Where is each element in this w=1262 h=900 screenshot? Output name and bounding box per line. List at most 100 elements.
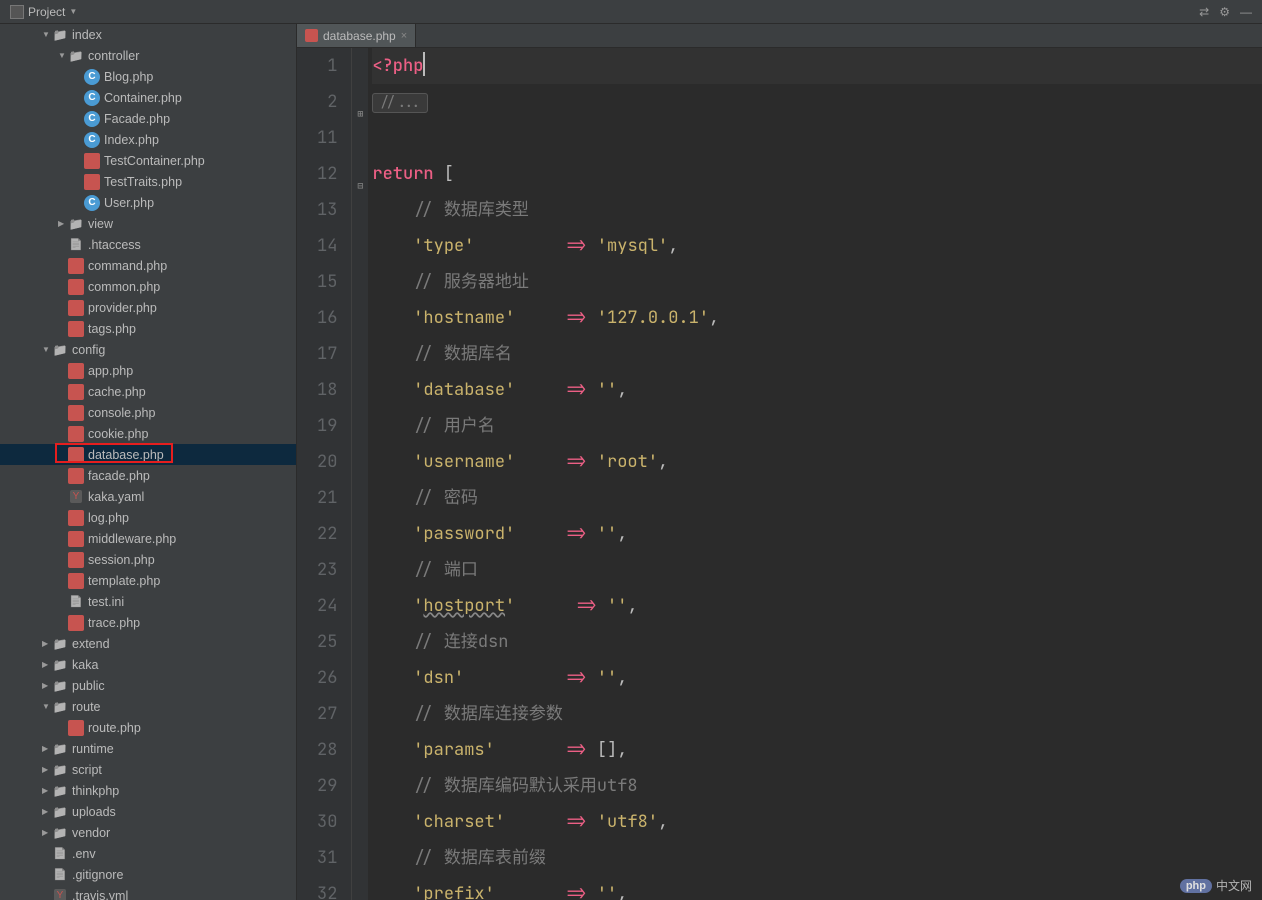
code-line[interactable]: // 数据库类型 [372,192,1262,228]
tree-item-controller[interactable]: ▼controller [0,45,296,66]
tree-item-database-php[interactable]: database.php [0,444,296,465]
line-number[interactable]: 27 [317,696,337,732]
chevron-right-icon[interactable]: ▶ [42,681,52,690]
line-number[interactable]: 18 [317,372,337,408]
line-number[interactable]: 20 [317,444,337,480]
chevron-down-icon[interactable]: ▼ [42,30,52,39]
line-number[interactable]: 12 [317,156,337,192]
line-number[interactable]: 26 [317,660,337,696]
chevron-down-icon[interactable]: ▼ [42,702,52,711]
project-selector[interactable]: Project ▼ [4,5,83,19]
tree-item-trace-php[interactable]: trace.php [0,612,296,633]
line-number[interactable]: 14 [317,228,337,264]
fold-expand-icon[interactable]: ⊞ [354,96,366,132]
code-line[interactable]: // 用户名 [372,408,1262,444]
line-number[interactable]: 19 [317,408,337,444]
line-number[interactable]: 15 [317,264,337,300]
gear-icon[interactable]: ⚙ [1219,5,1230,19]
line-gutter[interactable]: 1211121314151617181920212223242526272829… [297,48,352,900]
code-line[interactable]: 'username' => 'root', [372,444,1262,480]
tree-item-TestTraits-php[interactable]: TestTraits.php [0,171,296,192]
line-number[interactable]: 13 [317,192,337,228]
tree-item-app-php[interactable]: app.php [0,360,296,381]
tree-item-index[interactable]: ▼index [0,24,296,45]
chevron-right-icon[interactable]: ▶ [42,828,52,837]
tree-item-route-php[interactable]: route.php [0,717,296,738]
code-line[interactable]: 'password' => '', [372,516,1262,552]
code-line[interactable]: 'hostport' => '', [372,588,1262,624]
code-line[interactable]: 'type' => 'mysql', [372,228,1262,264]
tree-item-extend[interactable]: ▶extend [0,633,296,654]
line-number[interactable]: 21 [317,480,337,516]
chevron-down-icon[interactable]: ▼ [42,345,52,354]
tree-item-runtime[interactable]: ▶runtime [0,738,296,759]
code-line[interactable]: <?php [372,48,1262,84]
chevron-right-icon[interactable]: ▶ [42,807,52,816]
code-line[interactable]: // 服务器地址 [372,264,1262,300]
code-line[interactable]: 'prefix' => '', [372,876,1262,900]
project-tree[interactable]: ▼index▼controllerBlog.phpContainer.phpFa… [0,24,297,900]
tree-item-cache-php[interactable]: cache.php [0,381,296,402]
tree-item-provider-php[interactable]: provider.php [0,297,296,318]
tree-item-facade-php[interactable]: facade.php [0,465,296,486]
chevron-right-icon[interactable]: ▶ [42,660,52,669]
tree-item-session-php[interactable]: session.php [0,549,296,570]
tree-item-vendor[interactable]: ▶vendor [0,822,296,843]
line-number[interactable]: 24 [317,588,337,624]
code-line[interactable]: 'database' => '', [372,372,1262,408]
tree-item-Blog-php[interactable]: Blog.php [0,66,296,87]
tree-item-middleware-php[interactable]: middleware.php [0,528,296,549]
collapse-icon[interactable]: — [1240,5,1252,19]
line-number[interactable]: 16 [317,300,337,336]
code-line[interactable]: // 连接dsn [372,624,1262,660]
code-text[interactable]: <?php//...return [ // 数据库类型 'type' => 'm… [368,48,1262,900]
line-number[interactable]: 31 [317,840,337,876]
chevron-right-icon[interactable]: ▶ [42,786,52,795]
code-line[interactable]: // 数据库表前缀 [372,840,1262,876]
chevron-right-icon[interactable]: ▶ [42,744,52,753]
tree-item-Index-php[interactable]: Index.php [0,129,296,150]
code-line[interactable] [372,120,1262,156]
line-number[interactable]: 1 [317,48,337,84]
tab-database-php[interactable]: database.php × [297,24,416,47]
chevron-right-icon[interactable]: ▶ [58,219,68,228]
tree-item--travis-yml[interactable]: .travis.yml [0,885,296,900]
tree-item-test-ini[interactable]: test.ini [0,591,296,612]
code-line[interactable]: 'hostname' => '127.0.0.1', [372,300,1262,336]
line-number[interactable]: 23 [317,552,337,588]
tree-item-script[interactable]: ▶script [0,759,296,780]
tree-item-command-php[interactable]: command.php [0,255,296,276]
code-line[interactable]: 'dsn' => '', [372,660,1262,696]
tree-item-log-php[interactable]: log.php [0,507,296,528]
tree-item-Facade-php[interactable]: Facade.php [0,108,296,129]
code-editor[interactable]: 1211121314151617181920212223242526272829… [297,48,1262,900]
fold-column[interactable]: ⊞⊟ [352,48,368,900]
tree-item-public[interactable]: ▶public [0,675,296,696]
code-line[interactable]: // 数据库名 [372,336,1262,372]
fold-collapse-icon[interactable]: ⊟ [354,168,366,204]
tree-item-view[interactable]: ▶view [0,213,296,234]
code-line[interactable]: // 数据库连接参数 [372,696,1262,732]
line-number[interactable]: 30 [317,804,337,840]
code-line[interactable]: // 数据库编码默认采用utf8 [372,768,1262,804]
tree-item-tags-php[interactable]: tags.php [0,318,296,339]
tree-item-TestContainer-php[interactable]: TestContainer.php [0,150,296,171]
tree-item--env[interactable]: .env [0,843,296,864]
line-number[interactable]: 2 [317,84,337,120]
tree-item-Container-php[interactable]: Container.php [0,87,296,108]
code-line[interactable]: return [ [372,156,1262,192]
chevron-right-icon[interactable]: ▶ [42,765,52,774]
line-number[interactable]: 32 [317,876,337,900]
close-icon[interactable]: × [401,30,407,42]
line-number[interactable]: 28 [317,732,337,768]
tree-item-console-php[interactable]: console.php [0,402,296,423]
tree-item-User-php[interactable]: User.php [0,192,296,213]
tree-item-uploads[interactable]: ▶uploads [0,801,296,822]
line-number[interactable]: 25 [317,624,337,660]
code-line[interactable]: // 密码 [372,480,1262,516]
line-number[interactable]: 29 [317,768,337,804]
code-line[interactable]: 'params' => [], [372,732,1262,768]
tree-item-config[interactable]: ▼config [0,339,296,360]
tree-item-thinkphp[interactable]: ▶thinkphp [0,780,296,801]
tree-item-route[interactable]: ▼route [0,696,296,717]
